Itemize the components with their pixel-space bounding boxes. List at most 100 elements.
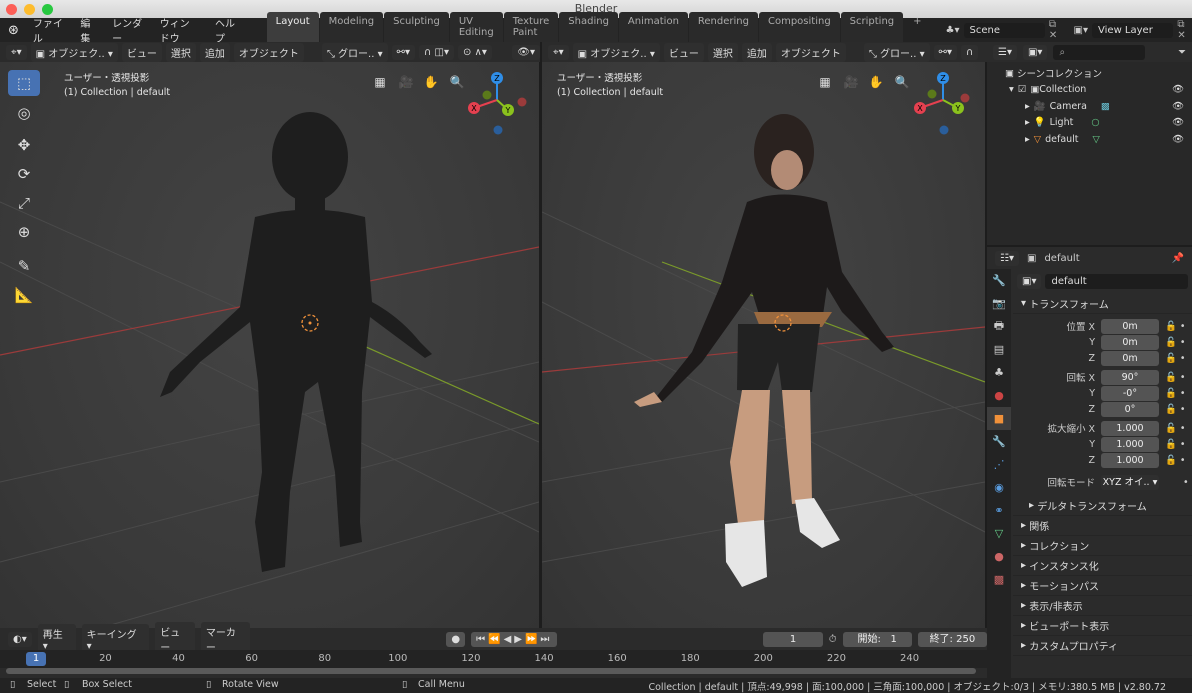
output-tab-icon[interactable]: 🖶 — [987, 315, 1011, 338]
mode-selector[interactable]: ▣ オブジェク.. ▾ — [30, 42, 118, 62]
playback-controls[interactable]: ⏮⏪◀▶⏩⏭ — [471, 631, 558, 647]
rotation-z-field[interactable]: 0° — [1101, 401, 1159, 417]
view-layer-tab-icon[interactable]: ▤ — [987, 338, 1011, 361]
scene-icon[interactable]: ♣▾ — [946, 25, 960, 36]
timeline-editor-type-icon[interactable]: ◐▾ — [8, 631, 32, 647]
outliner-editor-type-icon[interactable]: ☰▾ — [993, 44, 1017, 60]
grid-view-icon[interactable]: ▦ — [369, 71, 391, 93]
section-custom-properties[interactable]: ▸ カスタムプロパティ — [1013, 636, 1192, 656]
section-visibility[interactable]: ▸ 表示/非表示 — [1013, 596, 1192, 616]
world-tab-icon[interactable]: ● — [987, 384, 1011, 407]
tab-sculpting[interactable]: Sculpting — [384, 12, 449, 42]
menu-select[interactable]: 選択 — [165, 42, 196, 62]
lock-icon[interactable]: 🔓 • — [1165, 423, 1185, 434]
tab-compositing[interactable]: Compositing — [758, 12, 840, 42]
tab-texture-paint[interactable]: Texture Paint — [503, 12, 559, 42]
physics-tab-icon[interactable]: ◉ — [987, 476, 1011, 499]
select-box-tool[interactable]: ⬚ — [8, 70, 40, 96]
minimize-window-button[interactable] — [24, 4, 35, 15]
maximize-window-button[interactable] — [42, 4, 53, 15]
tab-modeling[interactable]: Modeling — [319, 12, 384, 42]
camera-view-icon[interactable]: 🎥 — [395, 71, 417, 93]
pan-hand-icon[interactable]: ✋ — [865, 71, 887, 93]
pan-hand-icon[interactable]: ✋ — [420, 71, 442, 93]
menu-help[interactable]: ヘルプ — [207, 15, 247, 45]
new-scene-icon[interactable]: ⧉ ✕ — [1049, 19, 1064, 41]
menu-add[interactable]: 追加 — [199, 42, 230, 62]
editor-type-icon[interactable]: ⌖▾ — [548, 44, 569, 60]
menu-view[interactable]: ビュー — [121, 42, 162, 62]
rotate-tool[interactable]: ⟳ — [8, 161, 40, 187]
grid-view-icon[interactable]: ▦ — [814, 71, 836, 93]
outliner-item-camera[interactable]: ▸ 🎥 Camera ▩ 👁 — [987, 98, 1192, 115]
rotation-y-field[interactable]: -0° — [1101, 385, 1159, 401]
proportional-edit-icon[interactable]: ⊙ ∧▾ — [457, 44, 492, 60]
outliner-item-default[interactable]: ▸ ▽ default ▽ 👁 — [987, 131, 1192, 148]
editor-type-icon[interactable]: ⌖▾ — [6, 44, 27, 60]
object-name-field[interactable]: default — [1045, 274, 1188, 289]
display-mode-icon[interactable]: ▣▾ — [1022, 44, 1048, 60]
move-tool[interactable]: ✥ — [8, 132, 40, 158]
scale-z-field[interactable]: 1.000 — [1101, 452, 1159, 468]
menu-object[interactable]: オブジェクト — [233, 42, 304, 62]
blender-logo-icon[interactable]: ⊛ — [0, 23, 25, 38]
pivot-icon[interactable]: ⚯▾ — [933, 44, 958, 60]
filter-icon[interactable]: ⏷ — [1178, 47, 1192, 58]
transform-panel-header[interactable]: ▾ トランスフォーム — [1013, 294, 1192, 314]
pin-icon[interactable]: 📌 — [1172, 253, 1192, 264]
delta-transform-header[interactable]: ▸ デルタトランスフォーム — [1013, 496, 1192, 516]
modifier-tab-icon[interactable]: 🔧 — [987, 430, 1011, 453]
texture-tab-icon[interactable]: ▩ — [987, 568, 1011, 591]
eye-icon[interactable]: 👁 — [1172, 134, 1192, 145]
menu-object[interactable]: オブジェクト — [775, 42, 846, 62]
current-frame-field[interactable]: 1 — [763, 631, 823, 647]
lock-icon[interactable]: 🔓 • — [1165, 439, 1185, 450]
pivot-icon[interactable]: ⚯▾ — [391, 44, 416, 60]
checkbox-icon[interactable]: ☑ — [1018, 84, 1027, 95]
properties-editor-type-icon[interactable]: ☷▾ — [995, 250, 1019, 266]
object-type-icon[interactable]: ▣▾ — [1017, 274, 1042, 289]
end-frame-field[interactable]: 終了: 250 — [917, 631, 987, 647]
timeline-scrollbar[interactable] — [6, 668, 976, 674]
lock-icon[interactable]: 🔓 • — [1165, 353, 1185, 364]
eye-icon[interactable]: 👁 — [1172, 117, 1192, 128]
tab-scripting[interactable]: Scripting — [840, 12, 904, 42]
add-workspace-button[interactable]: + — [904, 12, 930, 42]
mode-selector[interactable]: ▣ オブジェク.. ▾ — [572, 42, 660, 62]
lock-icon[interactable]: 🔓 • — [1165, 372, 1185, 383]
menu-add[interactable]: 追加 — [741, 42, 772, 62]
rotation-mode-select[interactable]: XYZ オイ.. ▾ — [1101, 474, 1159, 490]
rotation-x-field[interactable]: 90° — [1101, 369, 1159, 385]
lock-icon[interactable]: 🔓 • — [1165, 455, 1185, 466]
3d-viewport-left[interactable]: ユーザー・透視投影 (1) Collection | default ⬚ ◎ ✥… — [0, 62, 539, 628]
transform-tool[interactable]: ⊕ — [8, 219, 40, 245]
camera-view-icon[interactable]: 🎥 — [840, 71, 862, 93]
tab-rendering[interactable]: Rendering — [688, 12, 758, 42]
eye-icon[interactable]: 👁 — [1172, 101, 1192, 112]
eye-icon[interactable]: 👁 — [1172, 84, 1192, 95]
measure-tool[interactable]: 📐 — [8, 282, 40, 308]
tool-tab-icon[interactable]: 🔧 — [987, 269, 1011, 292]
outliner-search-input[interactable]: ⌕ — [1053, 44, 1146, 60]
menu-file[interactable]: ファイル — [25, 15, 73, 45]
tab-layout[interactable]: Layout — [266, 12, 319, 42]
section-viewport-display[interactable]: ▸ ビューポート表示 — [1013, 616, 1192, 636]
section-instancing[interactable]: ▸ インスタンス化 — [1013, 556, 1192, 576]
view-layer-selector[interactable]: View Layer — [1092, 22, 1174, 38]
scene-tab-icon[interactable]: ♣ — [987, 361, 1011, 384]
scale-tool[interactable]: ⤢ — [8, 190, 40, 216]
outliner-item-light[interactable]: ▸ 💡 Light ○ 👁 — [987, 115, 1192, 132]
section-collections[interactable]: ▸ コレクション — [1013, 536, 1192, 556]
menu-render[interactable]: レンダー — [104, 15, 152, 45]
orientation-selector[interactable]: ⤡ グロー.. ▾ — [863, 42, 930, 62]
annotate-tool[interactable]: ✎ — [8, 253, 40, 279]
render-tab-icon[interactable]: 📷 — [987, 292, 1011, 315]
menu-select[interactable]: 選択 — [707, 42, 738, 62]
lock-icon[interactable]: 🔓 • — [1165, 321, 1185, 332]
playhead[interactable]: 1 — [26, 652, 46, 666]
new-view-layer-icon[interactable]: ⧉ ✕ — [1177, 19, 1192, 41]
cursor-tool[interactable]: ◎ — [8, 100, 40, 126]
3d-viewport-right[interactable]: ユーザー・透視投影 (1) Collection | default ▦ 🎥 ✋… — [542, 62, 985, 628]
stopwatch-icon[interactable]: ⏱ — [829, 634, 837, 645]
tab-animation[interactable]: Animation — [618, 12, 688, 42]
